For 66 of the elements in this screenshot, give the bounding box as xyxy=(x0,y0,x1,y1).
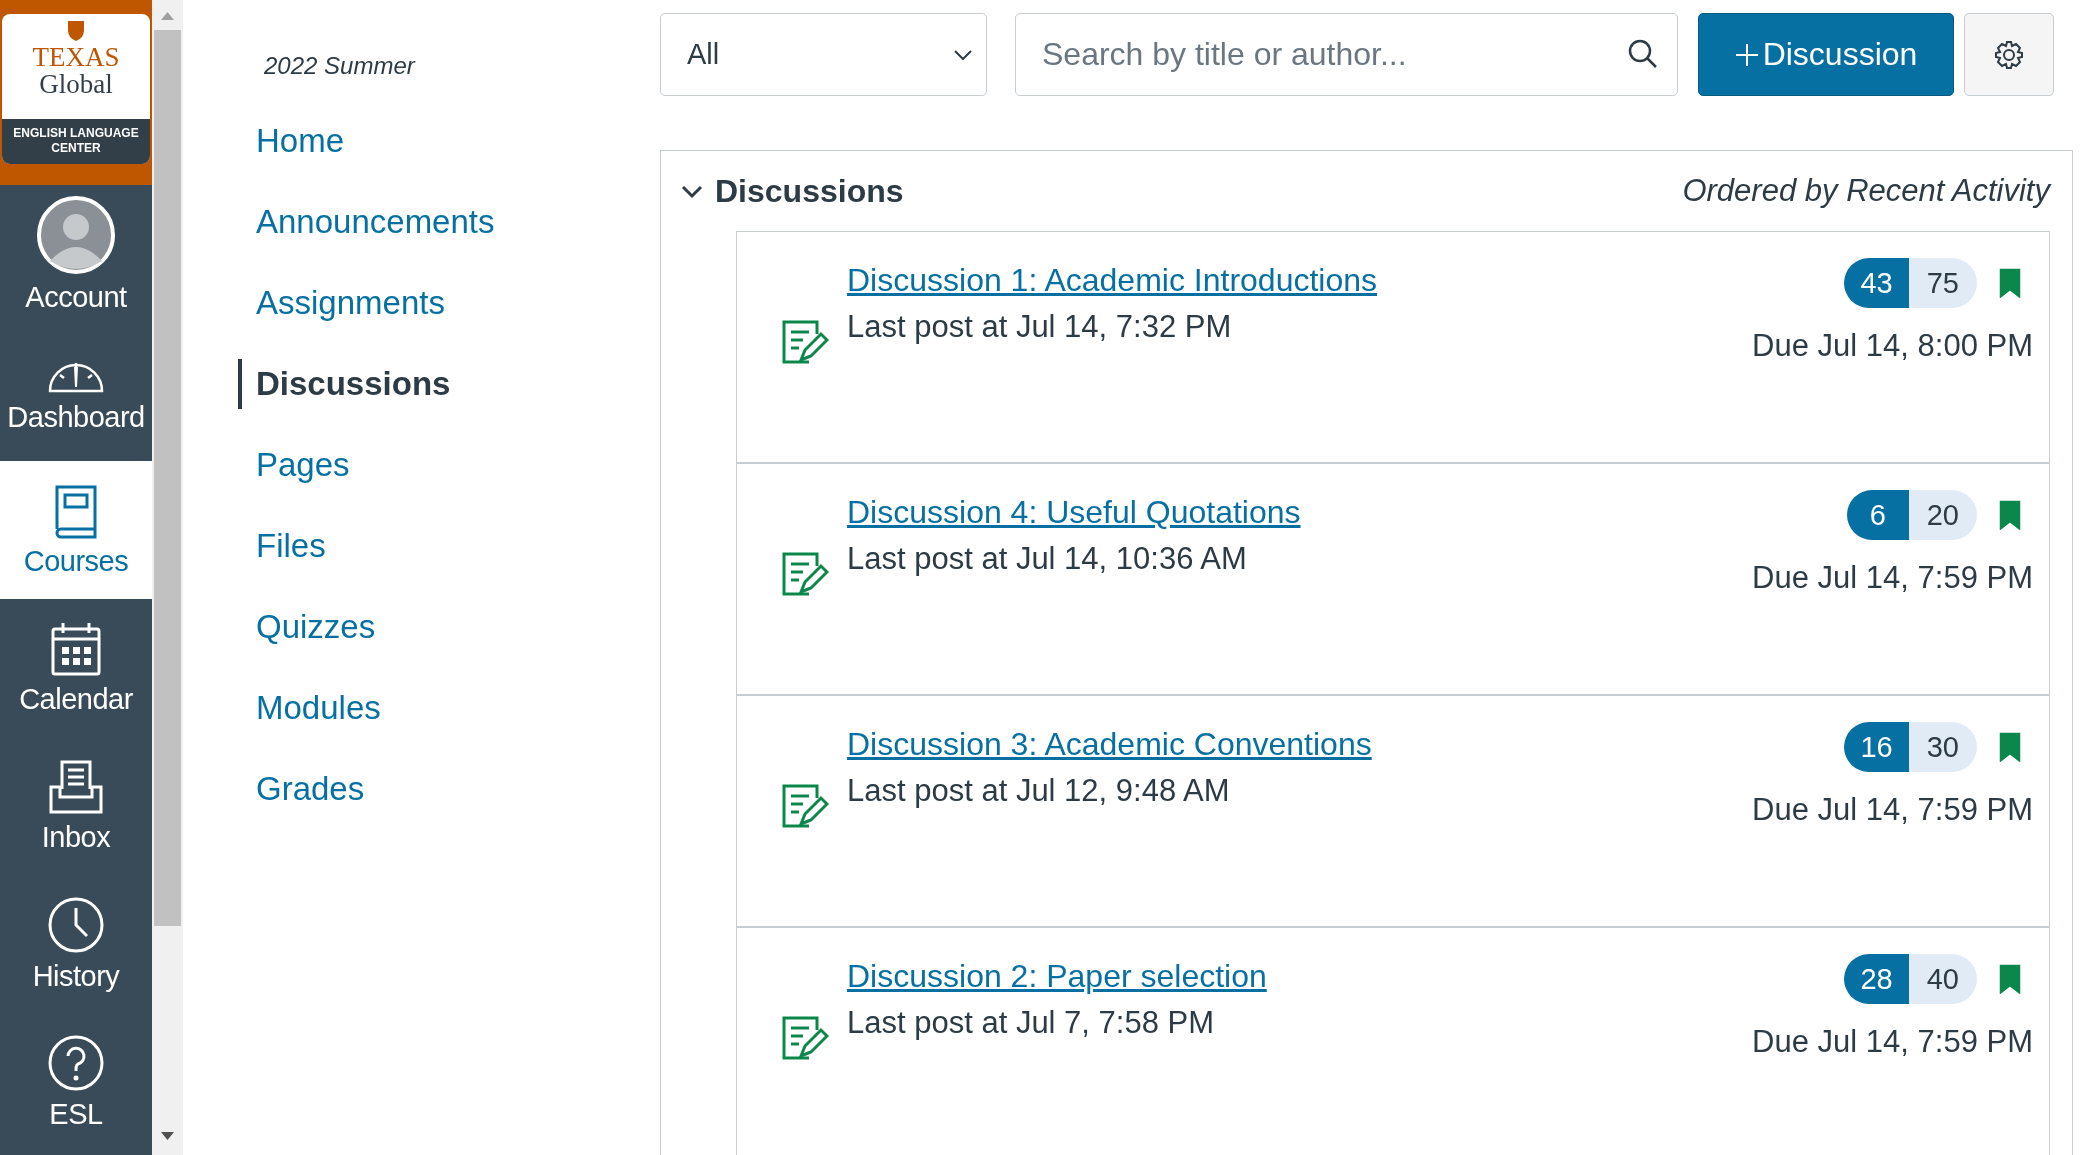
new-discussion-button[interactable]: Discussion xyxy=(1698,13,1954,96)
question-icon xyxy=(47,1033,105,1092)
discussion-title-link[interactable]: Discussion 2: Paper selection xyxy=(847,954,1267,998)
logo-text: Global xyxy=(39,70,113,98)
avatar-icon xyxy=(36,194,116,275)
calendar-icon xyxy=(50,620,102,677)
due-date: Due Jul 14, 7:59 PM xyxy=(1752,1024,2033,1060)
course-nav-link[interactable]: Discussions xyxy=(238,359,451,409)
unread-count: 43 xyxy=(1844,258,1909,308)
bookmark-icon[interactable] xyxy=(1999,500,2021,530)
discussion-icon xyxy=(781,550,829,598)
nav-item[interactable]: Inbox xyxy=(0,737,152,875)
clock-icon xyxy=(47,895,105,954)
settings-icon xyxy=(1994,39,2024,70)
plus-icon xyxy=(1734,42,1759,67)
course-nav-link[interactable]: Modules xyxy=(238,683,381,733)
nav-item[interactable]: History xyxy=(0,875,152,1013)
bookmark-icon[interactable] xyxy=(1999,964,2021,994)
due-date: Due Jul 14, 7:59 PM xyxy=(1752,792,2033,828)
nav-item[interactable]: Account xyxy=(0,185,152,323)
course-nav-link[interactable]: Files xyxy=(238,521,326,571)
discussion-title-link[interactable]: Discussion 3: Academic Conventions xyxy=(847,722,1372,766)
last-post-text: Last post at Jul 14, 7:32 PM xyxy=(847,308,1233,346)
unread-count: 28 xyxy=(1844,954,1909,1004)
course-nav-link[interactable]: Home xyxy=(238,116,345,166)
logo-subtitle: ENGLISH LANGUAGE CENTER xyxy=(2,119,150,164)
course-nav-link[interactable]: Assignments xyxy=(238,278,445,328)
last-post-text: Last post at Jul 12, 9:48 AM xyxy=(847,772,1231,810)
due-date: Due Jul 14, 8:00 PM xyxy=(1752,328,2033,364)
filter-select[interactable]: All xyxy=(660,13,987,96)
course-nav-link[interactable]: Quizzes xyxy=(238,602,376,652)
total-count: 30 xyxy=(1908,722,1977,772)
bookmark-icon[interactable] xyxy=(1999,732,2021,762)
term-label: 2022 Summer xyxy=(263,52,417,80)
nav-item[interactable]: Dashboard xyxy=(0,323,152,461)
last-post-text: Last post at Jul 14, 10:36 AM xyxy=(847,540,1248,578)
search-icon xyxy=(1628,39,1658,69)
nav-item[interactable]: Courses xyxy=(0,461,152,599)
discussions-toggle[interactable]: Discussions xyxy=(681,172,904,210)
unread-count: 6 xyxy=(1846,490,1909,540)
total-count: 40 xyxy=(1908,954,1977,1004)
chevron-down-icon xyxy=(954,49,972,60)
course-nav-link[interactable]: Pages xyxy=(238,440,350,490)
total-count: 75 xyxy=(1908,258,1977,308)
discussion-title-link[interactable]: Discussion 4: Useful Quotations xyxy=(847,490,1301,534)
sort-note: Ordered by Recent Activity xyxy=(1682,173,2050,209)
discussion-icon xyxy=(781,318,829,366)
discussion-icon xyxy=(781,782,829,830)
last-post-text: Last post at Jul 7, 7:58 PM xyxy=(847,1004,1216,1042)
scrollbar[interactable] xyxy=(152,0,183,1155)
inbox-icon xyxy=(48,758,104,815)
total-count: 20 xyxy=(1908,490,1977,540)
search-field[interactable]: Search by title or author... xyxy=(1015,13,1678,96)
bookmark-icon[interactable] xyxy=(1999,268,2021,298)
logo[interactable]: TEXAS Global ENGLISH LANGUAGE CENTER xyxy=(2,14,150,164)
course-nav-link[interactable]: Announcements xyxy=(238,197,495,247)
course-nav-link[interactable]: Grades xyxy=(238,764,365,814)
nav-item[interactable]: ESL xyxy=(0,1013,152,1151)
discussion-icon xyxy=(781,1014,829,1062)
unread-count: 16 xyxy=(1844,722,1909,772)
shield-icon xyxy=(67,20,85,42)
nav-item[interactable]: Calendar xyxy=(0,599,152,737)
logo-text: TEXAS xyxy=(32,44,120,70)
discussion-title-link[interactable]: Discussion 1: Academic Introductions xyxy=(847,258,1378,302)
due-date: Due Jul 14, 7:59 PM xyxy=(1752,560,2033,596)
settings-button[interactable] xyxy=(1964,13,2054,96)
